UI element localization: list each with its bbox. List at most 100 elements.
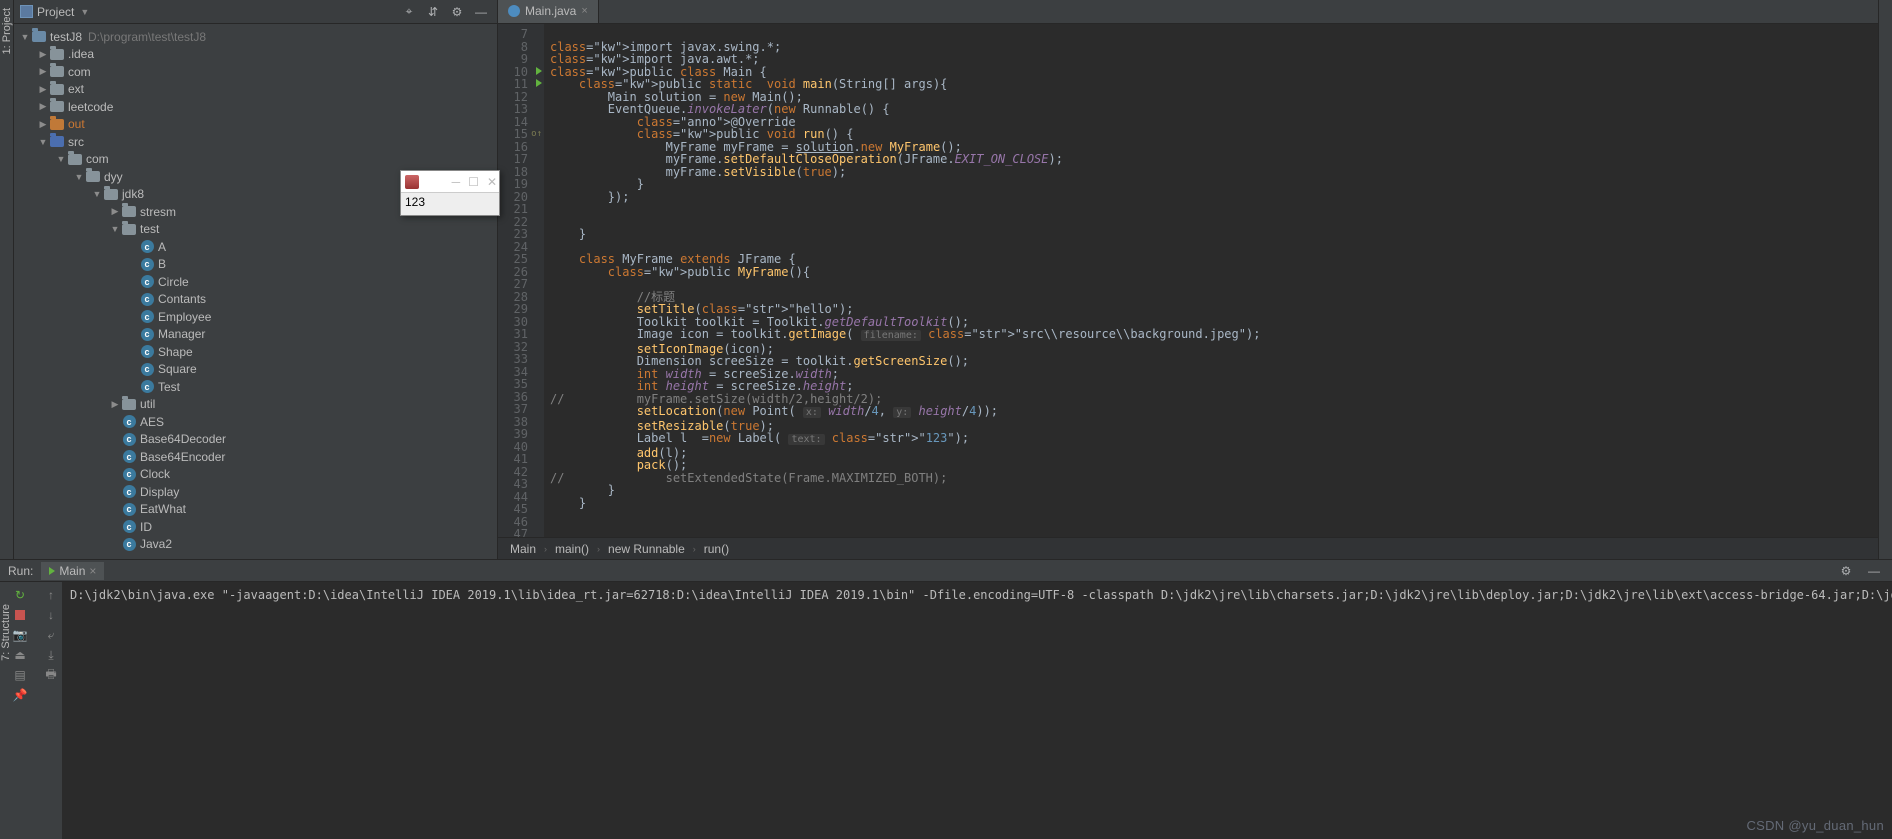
chevron-right-icon: › — [597, 544, 600, 554]
tree-folder[interactable]: ▶leetcode — [14, 98, 497, 116]
layout-button[interactable]: ▤ — [11, 666, 29, 684]
tree-label: Shape — [158, 345, 193, 359]
tree-path: D:\program\test\testJ8 — [88, 30, 206, 44]
class-icon: c — [123, 503, 136, 516]
close-icon[interactable]: × — [89, 564, 96, 578]
tree-label: util — [140, 397, 155, 411]
chevron-down-icon[interactable]: ▼ — [18, 32, 32, 42]
tree-class[interactable]: cTest — [14, 378, 497, 396]
tree-label: EatWhat — [140, 502, 186, 516]
tree-package[interactable]: ▶util — [14, 396, 497, 414]
tree-label: com — [86, 152, 109, 166]
print-button[interactable]: 🖶 — [42, 666, 60, 684]
hide-icon[interactable]: — — [1864, 561, 1884, 581]
tree-class[interactable]: cCircle — [14, 273, 497, 291]
breadcrumb-item[interactable]: main() — [555, 542, 589, 556]
tree-class[interactable]: cShape — [14, 343, 497, 361]
folder-icon — [50, 119, 64, 130]
soft-wrap-button[interactable]: ⤶ — [42, 626, 60, 644]
tree-class[interactable]: cContants — [14, 291, 497, 309]
stop-button[interactable] — [11, 606, 29, 624]
tree-class[interactable]: cA — [14, 238, 497, 256]
chevron-down-icon[interactable]: ▼ — [80, 7, 89, 17]
tree-label: jdk8 — [122, 187, 144, 201]
tree-label: Display — [140, 485, 179, 499]
class-icon: c — [123, 468, 136, 481]
project-view-title[interactable]: Project — [37, 5, 74, 19]
tree-label: B — [158, 257, 166, 271]
hide-icon[interactable]: — — [471, 2, 491, 22]
project-view-icon — [20, 5, 33, 18]
swing-app-window[interactable]: ─ ☐ ✕ 123 — [400, 170, 500, 216]
tree-class[interactable]: c EatWhat — [14, 501, 497, 519]
breadcrumb-item[interactable]: Main — [510, 542, 536, 556]
tree-class[interactable]: c Employee — [14, 308, 497, 326]
project-tool-tab[interactable]: 1: Project — [1, 0, 13, 62]
package-icon — [104, 189, 118, 200]
right-tool-window-bar — [1878, 0, 1892, 559]
down-button[interactable]: ↓ — [42, 606, 60, 624]
console-output[interactable]: D:\jdk2\bin\java.exe "-javaagent:D:\idea… — [62, 582, 1892, 839]
code-content[interactable]: class="kw">import javax.swing.*;class="k… — [544, 24, 1878, 537]
tree-package[interactable]: ▼test — [14, 221, 497, 239]
editor-tab-label: Main.java — [525, 4, 576, 18]
rerun-button[interactable]: ↻ — [11, 586, 29, 604]
close-button[interactable]: ✕ — [487, 175, 497, 189]
tree-class[interactable]: cAES — [14, 413, 497, 431]
chevron-right-icon: › — [693, 544, 696, 554]
class-icon: c — [123, 538, 136, 551]
class-icon: c — [141, 363, 154, 376]
exit-button[interactable]: ⏏ — [11, 646, 29, 664]
tree-folder[interactable]: ▶.idea — [14, 46, 497, 64]
tree-package[interactable]: ▼com — [14, 151, 497, 169]
package-icon — [122, 399, 136, 410]
tree-folder[interactable]: ▶ext — [14, 81, 497, 99]
scroll-end-button[interactable]: ⤓ — [42, 646, 60, 664]
minimize-button[interactable]: ─ — [452, 175, 461, 189]
editor-area: Main.java × 789101112131415o↑16171819202… — [498, 0, 1878, 559]
locate-icon[interactable]: ⌖ — [399, 2, 419, 22]
class-icon: c — [141, 310, 154, 323]
tree-class[interactable]: cBase64Encoder — [14, 448, 497, 466]
breadcrumb-item[interactable]: new Runnable — [608, 542, 685, 556]
tree-root[interactable]: ▼ testJ8 D:\program\test\testJ8 — [14, 28, 497, 46]
tree-label: Circle — [158, 275, 189, 289]
close-icon[interactable]: × — [581, 5, 587, 17]
tree-label: Base64Encoder — [140, 450, 225, 464]
tree-class[interactable]: c Clock — [14, 466, 497, 484]
project-panel: Project ▼ ⌖ ⇵ ⚙ — ▼ testJ8 D:\program\te… — [14, 0, 498, 559]
project-panel-header: Project ▼ ⌖ ⇵ ⚙ — — [14, 0, 497, 24]
gear-icon[interactable]: ⚙ — [447, 2, 467, 22]
folder-icon — [50, 84, 64, 95]
up-button[interactable]: ↑ — [42, 586, 60, 604]
breadcrumb-item[interactable]: run() — [704, 542, 729, 556]
tree-class[interactable]: cSquare — [14, 361, 497, 379]
code-editor[interactable]: 789101112131415o↑16171819202122232425262… — [498, 24, 1878, 537]
class-icon: c — [141, 328, 154, 341]
tree-folder-out[interactable]: ▶out — [14, 116, 497, 134]
breadcrumb: Main › main() › new Runnable › run() — [498, 537, 1878, 559]
tree-class[interactable]: cDisplay — [14, 483, 497, 501]
editor-tab-main[interactable]: Main.java × — [498, 0, 599, 23]
tree-class[interactable]: cB — [14, 256, 497, 274]
tree-class[interactable]: c Manager — [14, 326, 497, 344]
window-titlebar[interactable]: ─ ☐ ✕ — [401, 171, 499, 193]
pin-button[interactable]: 📌 — [11, 686, 29, 704]
run-config-tab[interactable]: Main × — [41, 562, 104, 580]
structure-tool-tab[interactable]: 7: Structure — [0, 600, 12, 665]
tree-label: Manager — [158, 327, 205, 341]
tree-class[interactable]: cID — [14, 518, 497, 536]
tree-class[interactable]: cJava2 — [14, 536, 497, 554]
project-tree[interactable]: ▼ testJ8 D:\program\test\testJ8 ▶.idea ▶… — [14, 24, 497, 559]
dump-button[interactable]: 📷 — [11, 626, 29, 644]
collapse-all-icon[interactable]: ⇵ — [423, 2, 443, 22]
tree-label: Clock — [140, 467, 170, 481]
class-icon: c — [123, 415, 136, 428]
run-config-name: Main — [59, 564, 85, 578]
tree-folder-src[interactable]: ▼src — [14, 133, 497, 151]
tree-class[interactable]: cBase64Decoder — [14, 431, 497, 449]
gear-icon[interactable]: ⚙ — [1836, 561, 1856, 581]
tree-folder[interactable]: ▶com — [14, 63, 497, 81]
maximize-button[interactable]: ☐ — [468, 175, 479, 189]
tree-label: Employee — [158, 310, 211, 324]
